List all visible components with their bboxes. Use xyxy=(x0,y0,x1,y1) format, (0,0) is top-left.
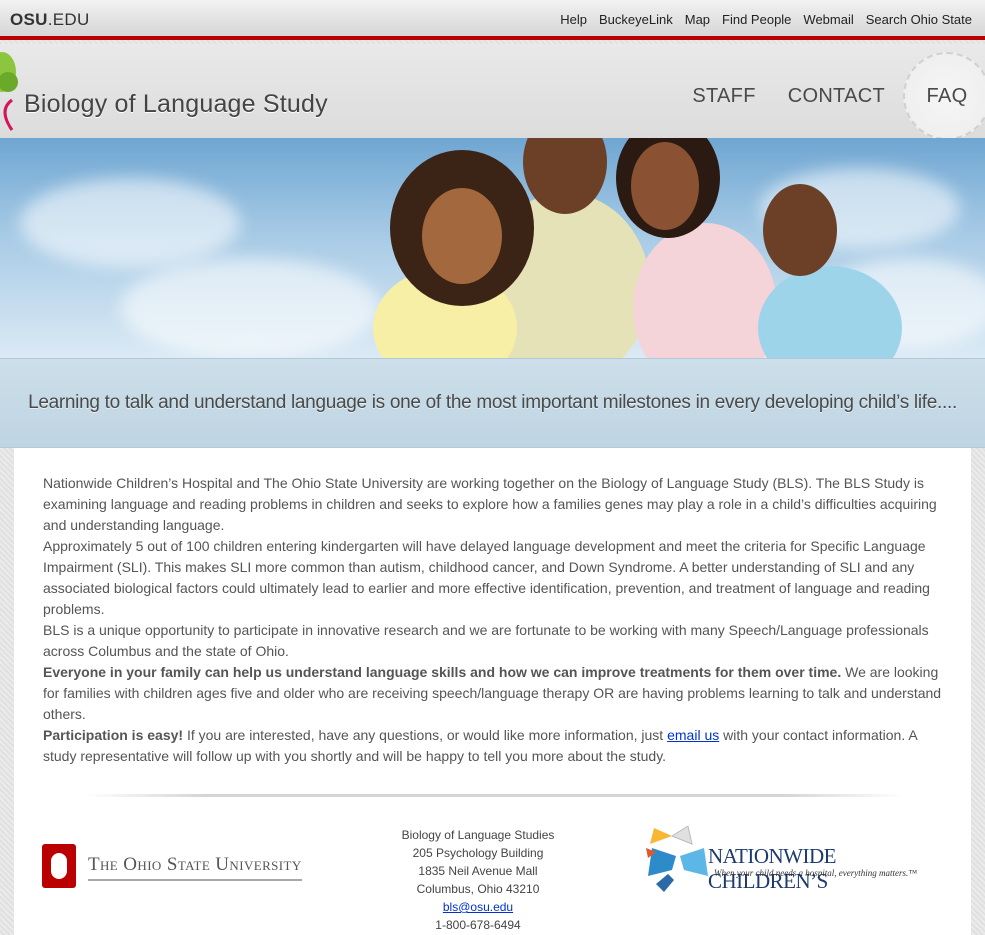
footer-email-link[interactable]: bls@osu.edu xyxy=(443,900,513,914)
osu-logo-rest: .EDU xyxy=(47,10,90,29)
address-line-2: 205 Psychology Building xyxy=(412,846,544,860)
site-header: Biology of Language Study STAFF CONTACT … xyxy=(0,44,985,140)
address-line-1: Biology of Language Studies xyxy=(401,828,555,842)
osu-link-buckeyelink[interactable]: BuckeyeLink xyxy=(599,12,673,27)
paragraph-family: Everyone in your family can help us unde… xyxy=(43,662,948,725)
butterfly-icon xyxy=(646,826,708,892)
paragraph-intro: Nationwide Children’s Hospital and The O… xyxy=(43,475,937,533)
paragraph-sli: Approximately 5 out of 100 children ente… xyxy=(43,538,930,617)
nav-staff[interactable]: STAFF xyxy=(692,85,755,108)
footer-phone: 1-800-678-6494 xyxy=(435,918,521,932)
osu-link-map[interactable]: Map xyxy=(685,12,710,27)
intro-text: Nationwide Children’s Hospital and The O… xyxy=(43,473,948,767)
ohio-state-logo[interactable]: The Ohio State University xyxy=(42,844,342,892)
osu-top-bar: OSU.EDU Help BuckeyeLink Map Find People… xyxy=(0,0,985,40)
address-line-3: 1835 Neil Avenue Mall xyxy=(418,864,538,878)
paragraph-participation: Participation is easy! If you are intere… xyxy=(43,725,948,767)
block-o-icon xyxy=(42,844,76,888)
paragraph-opportunity: BLS is a unique opportunity to participa… xyxy=(43,622,929,659)
footer-divider xyxy=(84,794,904,797)
main-content: Nationwide Children’s Hospital and The O… xyxy=(14,448,971,935)
hero-family-photo xyxy=(0,138,985,358)
tagline-text: Learning to talk and understand language… xyxy=(28,392,957,413)
ohio-state-name: The Ohio State University xyxy=(88,854,302,881)
nch-tagline: When your child needs a hospital, everyt… xyxy=(714,868,918,878)
tree-logo-icon xyxy=(0,52,18,131)
nationwide-childrens-logo[interactable]: NATIONWIDE CHILDREN’S When your child ne… xyxy=(642,826,942,894)
osu-link-find-people[interactable]: Find People xyxy=(722,12,791,27)
osu-edu-logo[interactable]: OSU.EDU xyxy=(10,10,90,30)
osu-utility-nav: Help BuckeyeLink Map Find People Webmail… xyxy=(560,12,972,27)
email-us-link[interactable]: email us xyxy=(667,727,719,743)
nav-faq[interactable]: FAQ xyxy=(903,52,985,140)
participation-pre-text: If you are interested, have any question… xyxy=(183,727,668,743)
osu-logo-bold: OSU xyxy=(10,10,48,29)
nav-contact[interactable]: CONTACT xyxy=(788,85,885,108)
family-bold-text: Everyone in your family can help us unde… xyxy=(43,664,842,680)
osu-link-help[interactable]: Help xyxy=(560,12,587,27)
main-nav: STAFF CONTACT FAQ xyxy=(660,52,985,140)
family-illustration xyxy=(373,138,902,358)
site-title[interactable]: Biology of Language Study xyxy=(24,90,328,119)
contact-address: Biology of Language Studies 205 Psycholo… xyxy=(378,826,578,934)
address-line-4: Columbus, Ohio 43210 xyxy=(416,882,540,896)
osu-link-webmail[interactable]: Webmail xyxy=(803,12,853,27)
tagline-band: Learning to talk and understand language… xyxy=(0,358,985,448)
osu-link-search[interactable]: Search Ohio State xyxy=(866,12,972,27)
participation-bold-text: Participation is easy! xyxy=(43,727,184,743)
